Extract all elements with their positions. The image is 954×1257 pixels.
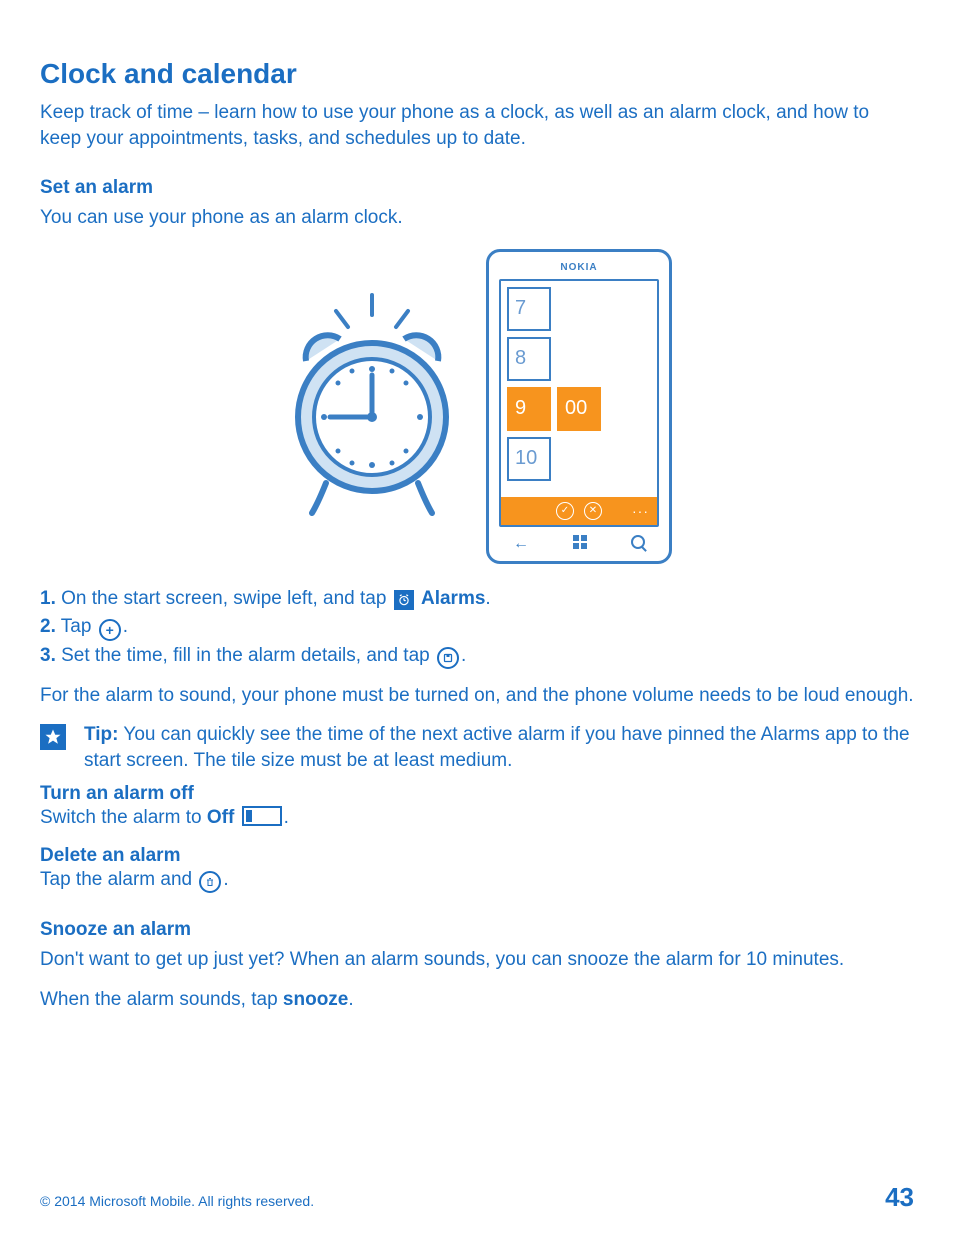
turn-off-heading: Turn an alarm off: [40, 783, 914, 805]
tip-block: Tip: You can quickly see the time of the…: [40, 722, 914, 773]
page-footer: © 2014 Microsoft Mobile. All rights rese…: [40, 1182, 914, 1213]
back-arrow-icon: ←: [513, 535, 529, 553]
copyright: © 2014 Microsoft Mobile. All rights rese…: [40, 1193, 314, 1209]
intro-paragraph: Keep track of time – learn how to use yo…: [40, 100, 914, 151]
x-circle-icon: ✕: [584, 502, 602, 520]
set-alarm-lead: You can use your phone as an alarm clock…: [40, 205, 914, 231]
search-icon: [631, 535, 645, 549]
time-picker-8: 8: [507, 337, 551, 381]
step-1: 1. On the start screen, swipe left, and …: [40, 586, 914, 612]
set-alarm-note: For the alarm to sound, your phone must …: [40, 683, 914, 709]
windows-icon: [573, 535, 587, 549]
steps-list: 1. On the start screen, swipe left, and …: [40, 586, 914, 669]
alarms-label: Alarms: [421, 588, 485, 609]
time-picker-9: 9: [507, 387, 551, 431]
delete-heading: Delete an alarm: [40, 845, 914, 867]
phone-mockup: NOKIA 7 8 9 00 10 ✓ ✕ ··· ←: [486, 249, 672, 564]
check-circle-icon: ✓: [556, 502, 574, 520]
phone-nav-bar: ←: [499, 527, 659, 555]
save-circle-icon: [437, 647, 459, 669]
turn-off-body: Switch the alarm to Off .: [40, 805, 914, 831]
step-2: 2. Tap +.: [40, 614, 914, 641]
page-title: Clock and calendar: [40, 58, 914, 90]
alarms-tile-icon: [394, 590, 414, 610]
plus-circle-icon: +: [99, 619, 121, 641]
delete-body: Tap the alarm and .: [40, 867, 914, 893]
more-icon: ···: [632, 503, 649, 519]
set-alarm-heading: Set an alarm: [40, 177, 914, 199]
illustration: NOKIA 7 8 9 00 10 ✓ ✕ ··· ←: [40, 249, 914, 564]
toggle-off-icon: [242, 806, 282, 826]
step-2-number: 2.: [40, 616, 56, 637]
time-picker-7: 7: [507, 287, 551, 331]
step-1-number: 1.: [40, 588, 56, 609]
phone-screen: 7 8 9 00 10 ✓ ✕ ···: [499, 279, 659, 527]
phone-brand: NOKIA: [499, 262, 659, 273]
alarm-clock-illustration: [282, 291, 462, 521]
phone-app-bar: ✓ ✕ ···: [501, 497, 657, 525]
snooze-p1: Don't want to get up just yet? When an a…: [40, 947, 914, 973]
time-picker-00: 00: [557, 387, 601, 431]
step-3-number: 3.: [40, 645, 56, 666]
step-3: 3. Set the time, fill in the alarm detai…: [40, 643, 914, 669]
tip-text: Tip: You can quickly see the time of the…: [84, 722, 914, 773]
snooze-p2: When the alarm sounds, tap snooze.: [40, 987, 914, 1013]
page-number: 43: [885, 1182, 914, 1213]
time-picker-10: 10: [507, 437, 551, 481]
snooze-heading: Snooze an alarm: [40, 919, 914, 941]
trash-circle-icon: [199, 871, 221, 893]
star-tip-icon: [40, 724, 66, 750]
